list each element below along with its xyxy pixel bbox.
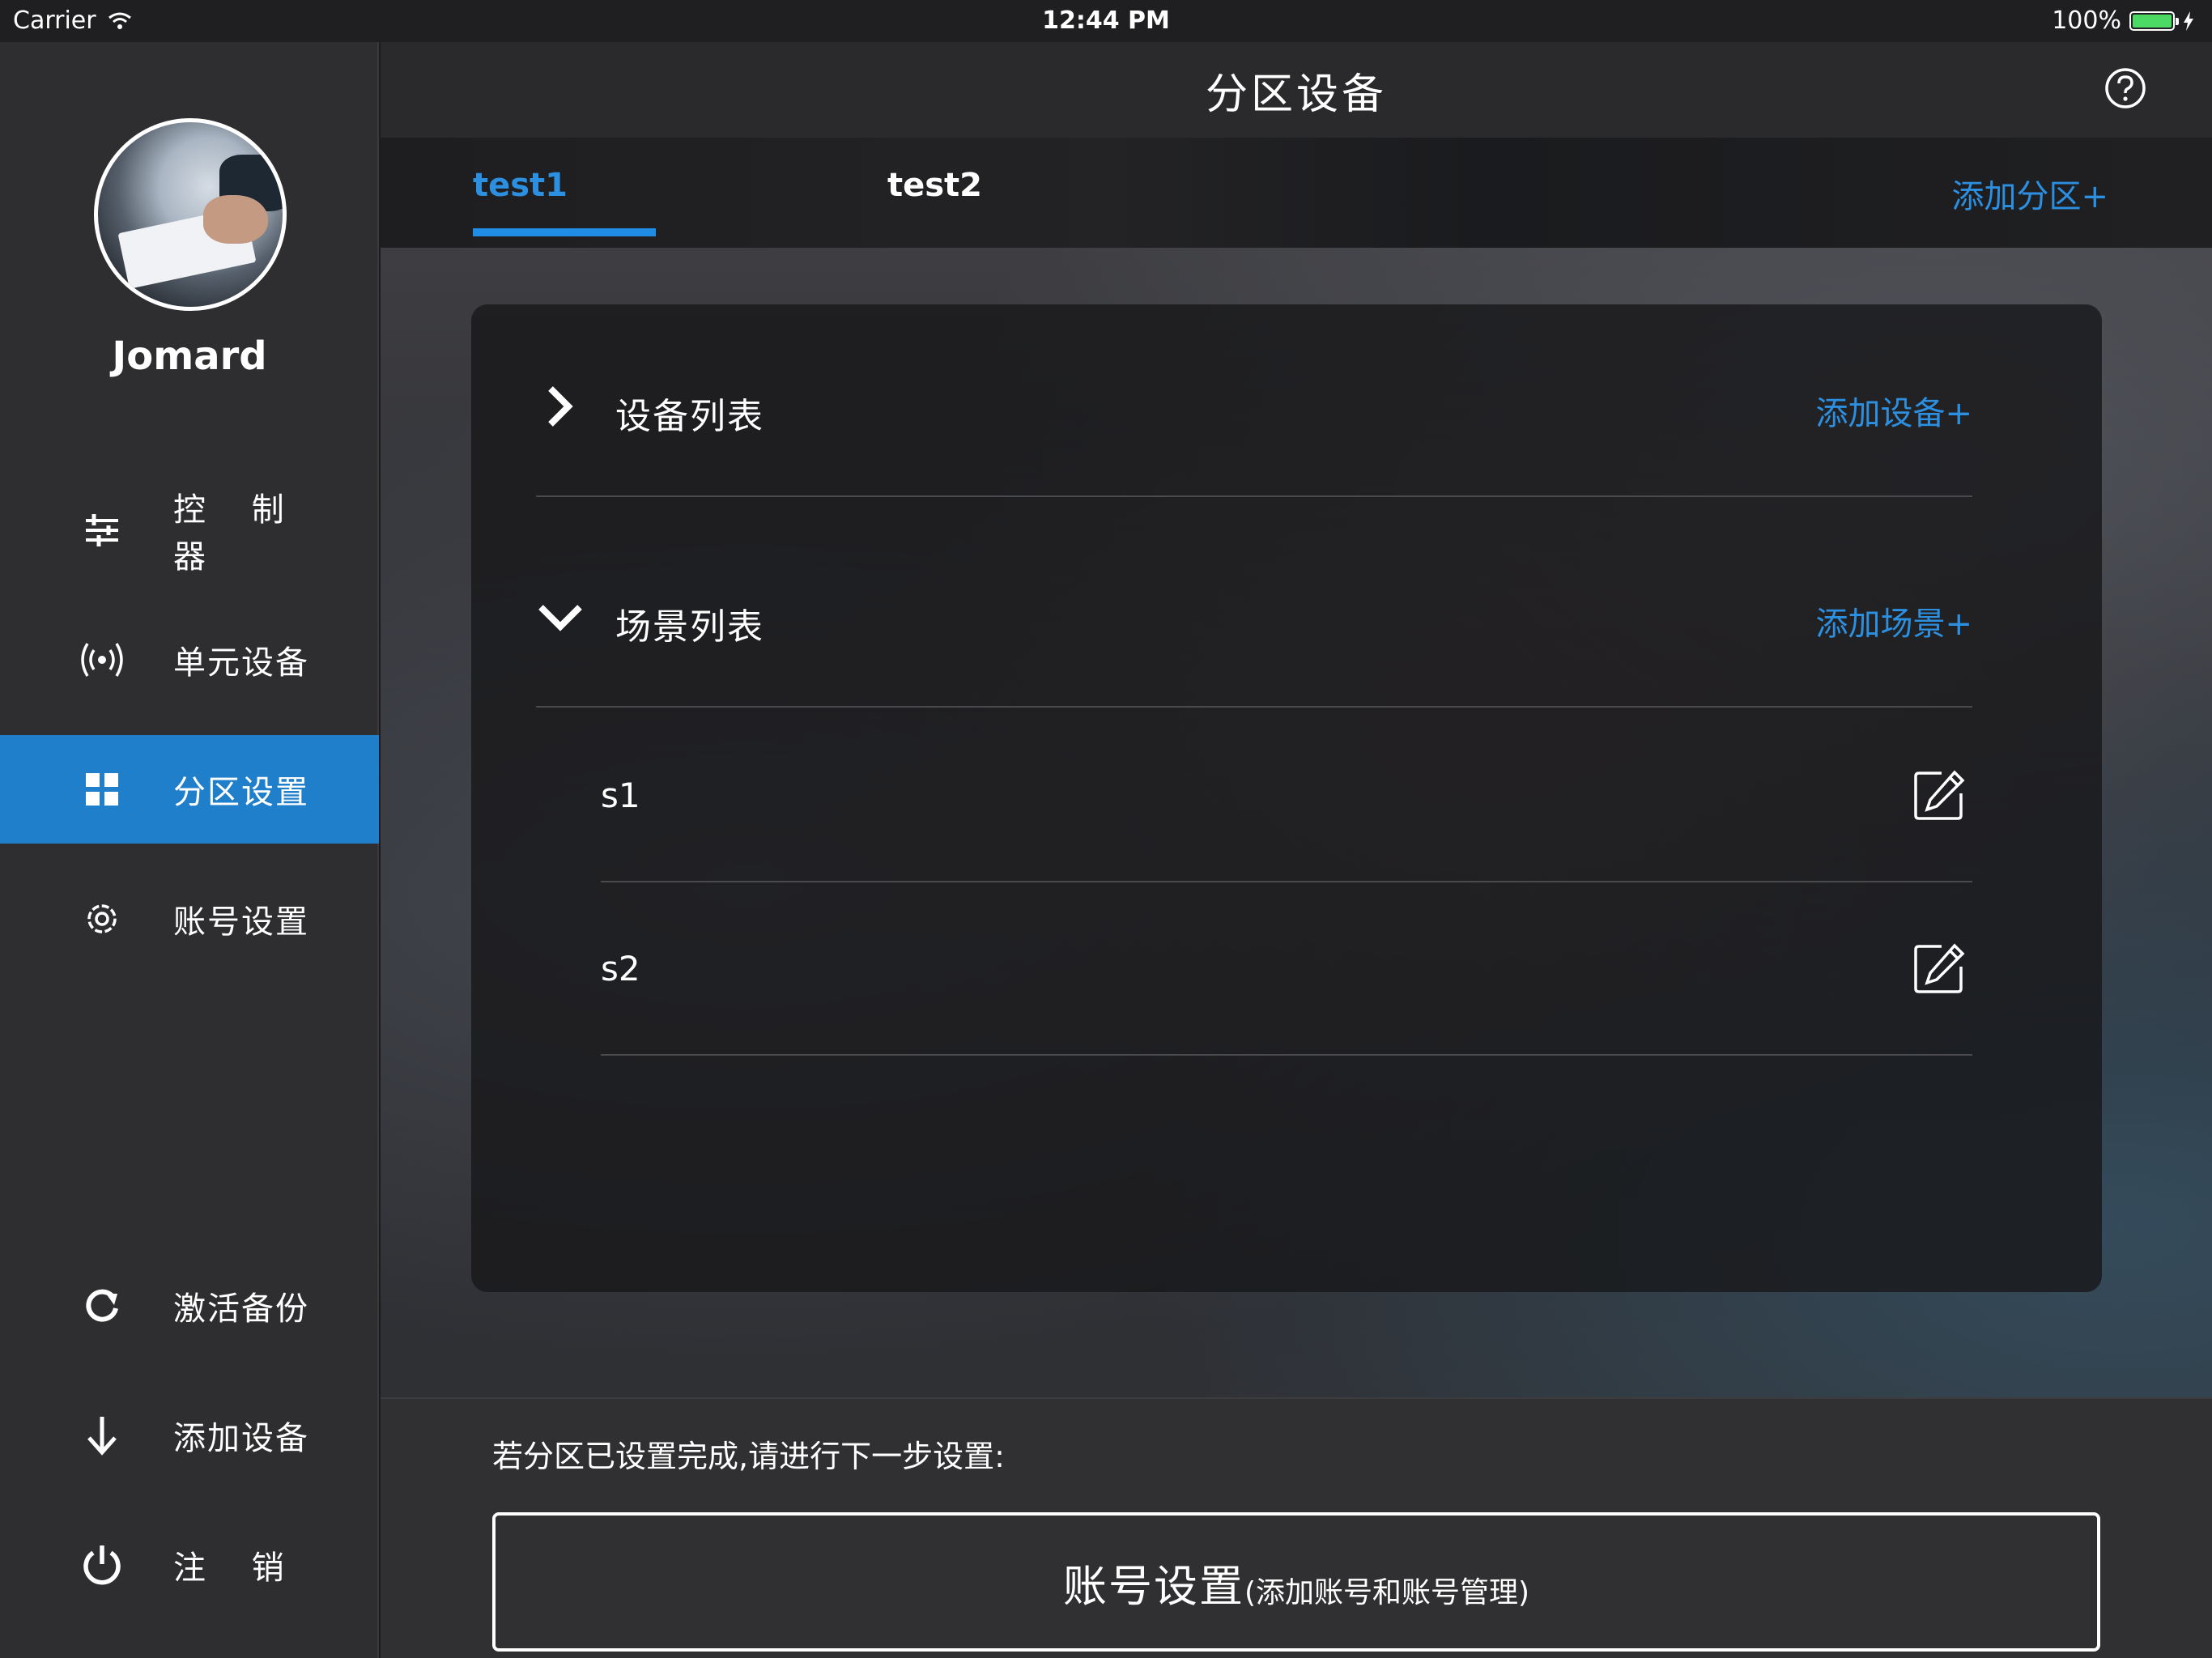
divider: [536, 706, 1972, 708]
scene-name: s1: [601, 776, 640, 815]
grid-icon: [78, 765, 126, 814]
divider: [536, 495, 1972, 497]
status-bar: Carrier 12:44 PM 100%: [0, 0, 2212, 42]
next-step-hint: 若分区已设置完成,请进行下一步设置:: [492, 1439, 1005, 1474]
scene-list-header[interactable]: 场景列表 添加场景+: [536, 515, 1972, 725]
charging-bolt-icon: [2184, 11, 2193, 31]
edit-icon[interactable]: [1912, 769, 1966, 823]
battery-icon: [2129, 11, 2179, 31]
chevron-right-icon: [548, 386, 573, 427]
scene-list-title: 场景列表: [615, 606, 764, 648]
account-settings-button[interactable]: 账号设置 (添加账号和账号管理): [492, 1512, 2100, 1652]
app-root: Carrier 12:44 PM 100% Jomard 控 制 器 单元设备 …: [0, 0, 2212, 1658]
list-item[interactable]: s1: [601, 709, 1972, 881]
battery-fill: [2133, 14, 2172, 28]
sidebar-item-label: 账号设置: [173, 903, 309, 941]
add-zone-button[interactable]: 添加分区+: [1951, 170, 2108, 217]
username: Jomard: [112, 334, 267, 379]
device-list-header[interactable]: 设备列表 添加设备+: [536, 304, 1972, 515]
tab-test2[interactable]: test2: [887, 167, 982, 204]
gear-icon: [78, 895, 126, 943]
sidebar-item-label: 激活备份: [173, 1290, 309, 1328]
page-title: 分区设备: [1205, 70, 1387, 119]
sidebar-item-label: 注 销: [173, 1550, 302, 1587]
account-settings-button-sublabel: (添加账号和账号管理): [1244, 1576, 1530, 1609]
sidebar-item-account-settings[interactable]: 账号设置: [0, 865, 379, 973]
sidebar-item-label: 分区设置: [173, 774, 309, 811]
tab-test1[interactable]: test1: [473, 167, 568, 204]
account-settings-button-label: 账号设置: [1062, 1560, 1244, 1612]
sidebar: Jomard 控 制 器 单元设备 分区设置 账号设置 激活备份 添加设备 注 …: [0, 42, 379, 1658]
sidebar-item-add-device[interactable]: 添加设备: [0, 1381, 379, 1490]
clock: 12:44 PM: [1042, 6, 1170, 35]
avatar-photo-hand: [203, 195, 268, 244]
chevron-down-icon: [538, 605, 582, 631]
main-panel: 分区设备 test1 test2 添加分区+ 设备列表 添加设备+ 场景列表 添…: [381, 42, 2212, 1658]
scene-name: s2: [601, 949, 640, 988]
navigation-bar: 分区设备: [381, 42, 2212, 138]
sidebar-item-label: 添加设备: [173, 1420, 309, 1457]
divider: [601, 1054, 1972, 1056]
sidebar-item-label: 控 制 器: [173, 491, 302, 576]
zone-card: 设备列表 添加设备+ 场景列表 添加场景+ s1 s2: [471, 304, 2102, 1292]
sidebar-item-logout[interactable]: 注 销: [0, 1511, 379, 1619]
sidebar-item-unit-devices[interactable]: 单元设备: [0, 606, 379, 714]
add-scene-button[interactable]: 添加场景+: [1815, 597, 1972, 644]
arrow-down-icon: [78, 1411, 126, 1460]
sidebar-item-controller[interactable]: 控 制 器: [0, 476, 379, 585]
power-icon: [78, 1541, 126, 1589]
battery-info: 100%: [2052, 6, 2194, 35]
content-area: 设备列表 添加设备+ 场景列表 添加场景+ s1 s2: [381, 248, 2212, 1397]
refresh-icon: [78, 1282, 126, 1330]
footer: 若分区已设置完成,请进行下一步设置: 账号设置 (添加账号和账号管理): [381, 1397, 2212, 1658]
sidebar-item-label: 单元设备: [173, 644, 309, 682]
edit-icon[interactable]: [1912, 942, 1966, 996]
list-item[interactable]: s2: [601, 882, 1972, 1054]
tab-selected-indicator: [473, 228, 656, 236]
question-circle-icon[interactable]: [2104, 66, 2147, 110]
sliders-icon: [78, 506, 126, 555]
battery-percent: 100%: [2052, 6, 2121, 35]
sidebar-item-activate-backup[interactable]: 激活备份: [0, 1252, 379, 1360]
zone-tab-bar: test1 test2 添加分区+: [381, 138, 2212, 248]
sidebar-item-zone-settings[interactable]: 分区设置: [0, 735, 379, 844]
add-device-button[interactable]: 添加设备+: [1815, 387, 1972, 434]
device-list-title: 设备列表: [615, 396, 764, 437]
wireless-signal-icon: [78, 636, 126, 684]
avatar[interactable]: [94, 118, 287, 311]
